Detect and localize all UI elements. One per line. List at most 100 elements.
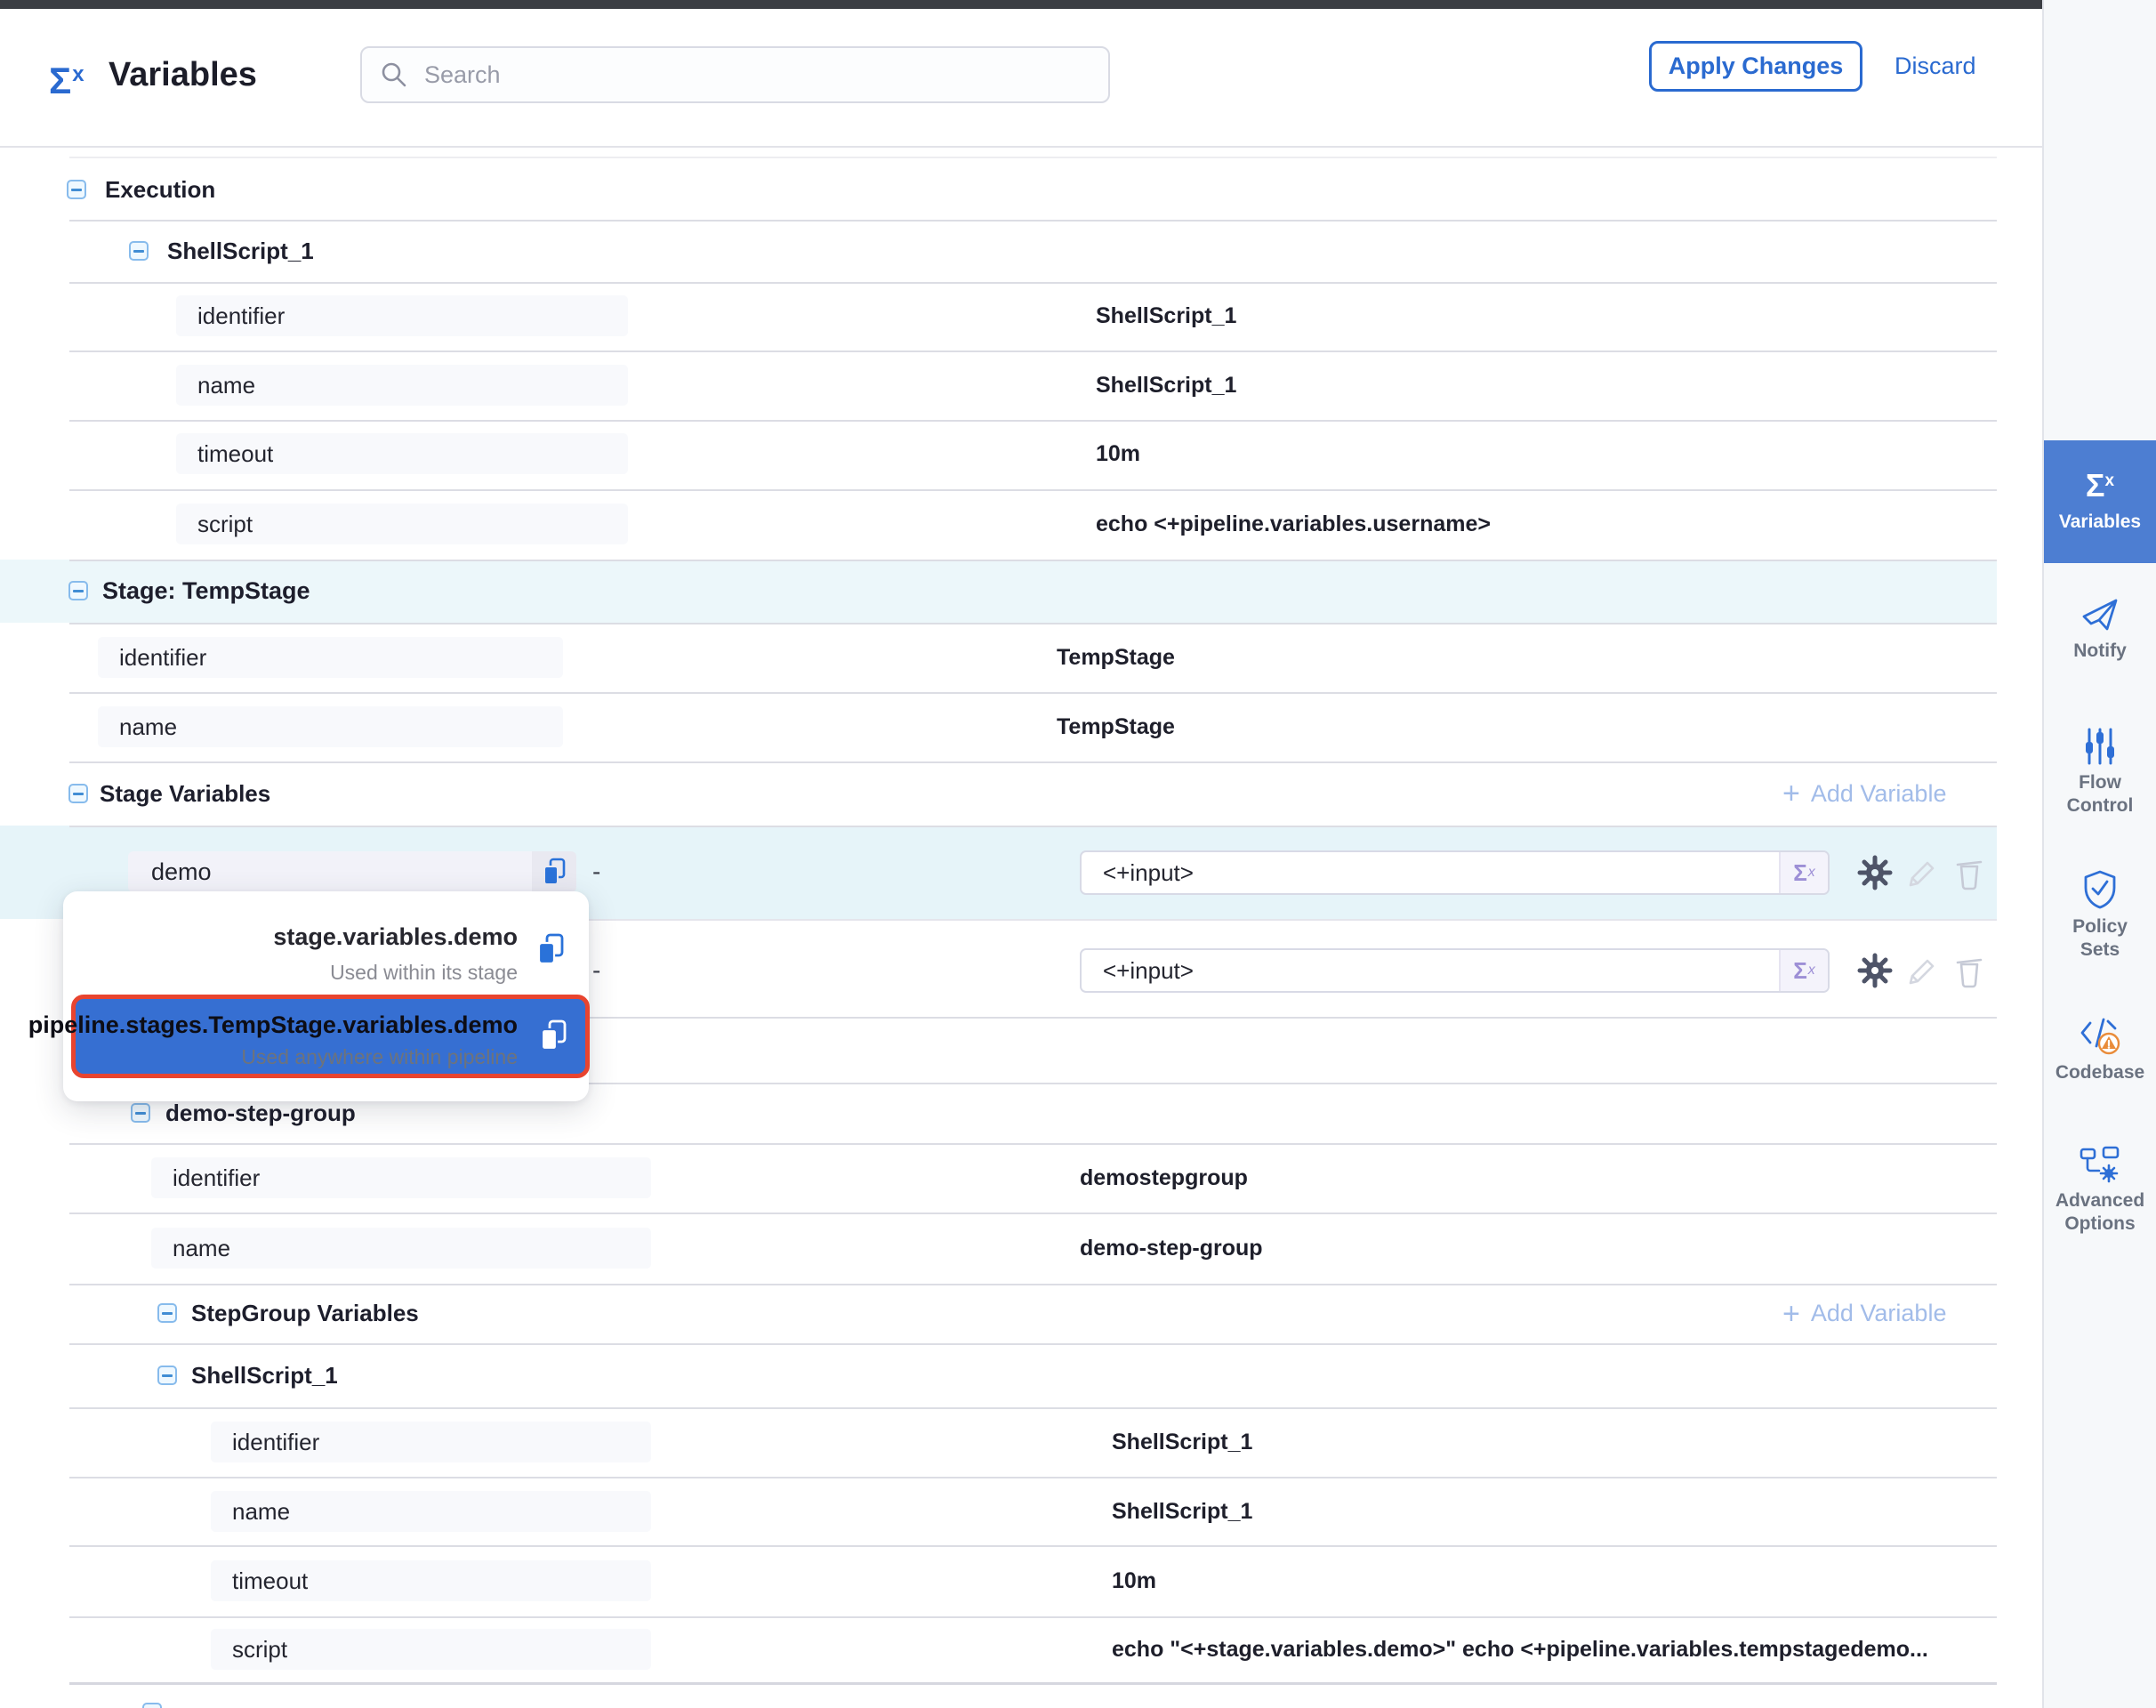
- sidebar-item-label: Notify: [2044, 640, 2156, 663]
- field-value: ShellScript_1: [1112, 1422, 1252, 1462]
- field-value: demostepgroup: [1080, 1157, 1248, 1198]
- field-label: name: [173, 1235, 230, 1262]
- tree-node-execution[interactable]: Execution: [105, 158, 215, 221]
- row-divider: [69, 826, 1997, 827]
- field-label-pill: identifier: [176, 295, 628, 336]
- row-divider: [69, 282, 1997, 284]
- add-variable-button[interactable]: +Add Variable: [1782, 761, 1946, 826]
- collapse-icon[interactable]: [129, 241, 149, 261]
- field-label: name: [119, 713, 177, 741]
- trash-icon: [1952, 855, 1986, 890]
- add-variable-button[interactable]: +Add Variable: [1782, 1284, 1946, 1343]
- variable-delete-button[interactable]: [1950, 853, 1989, 892]
- variable-edit-button[interactable]: [1902, 853, 1941, 892]
- field-label-pill: identifier: [151, 1157, 651, 1198]
- variable-edit-button[interactable]: [1902, 951, 1941, 990]
- collapse-icon[interactable]: [157, 1303, 177, 1323]
- collapse-icon[interactable]: [131, 1103, 150, 1123]
- add-variable-label: Add Variable: [1811, 1300, 1947, 1327]
- paper-plane-icon: [2080, 594, 2120, 635]
- variable-value: <+input>: [1082, 957, 1779, 985]
- page-title: Variables: [109, 49, 257, 101]
- tree-node-stage-variables[interactable]: Stage Variables: [100, 761, 270, 826]
- copy-path-button[interactable]: [538, 1019, 568, 1057]
- copy-variable-button[interactable]: [532, 851, 576, 892]
- collapse-icon[interactable]: [157, 1366, 177, 1385]
- expression-sigma-button[interactable]: Σx: [1779, 852, 1828, 893]
- variables-panel: Σx Variables Apply Changes Discard Execu…: [0, 0, 2156, 1708]
- field-label-pill: identifier: [98, 637, 563, 678]
- sidebar-item-codebase[interactable]: Codebase: [2044, 1012, 2156, 1084]
- field-label: identifier: [119, 644, 206, 672]
- collapse-icon[interactable]: [68, 784, 88, 803]
- field-value: echo <+pipeline.variables.username>: [1096, 504, 1491, 544]
- field-value: TempStage: [1057, 637, 1175, 678]
- sidebar-item-flow-control[interactable]: FlowControl: [2044, 726, 2156, 818]
- variable-value-input[interactable]: <+input> Σx: [1080, 948, 1830, 993]
- code-warning-icon: [2078, 1012, 2122, 1057]
- field-value: 10m: [1096, 433, 1140, 474]
- sidebar-item-label: FlowControl: [2044, 771, 2156, 818]
- field-label: identifier: [197, 302, 285, 330]
- field-value: demo-step-group: [1080, 1228, 1263, 1269]
- required-dash: -: [592, 950, 600, 991]
- field-label: timeout: [232, 1567, 308, 1595]
- variable-name-pill: demo: [128, 851, 532, 892]
- search-icon: [378, 59, 410, 91]
- field-value: echo "<+stage.variables.demo>" echo <+pi…: [1112, 1629, 1928, 1670]
- row-divider: [69, 1343, 1997, 1345]
- top-dark-strip: [0, 0, 2042, 9]
- field-label: identifier: [173, 1164, 260, 1192]
- field-value: ShellScript_1: [1096, 365, 1236, 406]
- collapse-icon[interactable]: [68, 581, 88, 600]
- search-input[interactable]: [422, 60, 1049, 90]
- sidebar-item-notify[interactable]: Notify: [2044, 594, 2156, 663]
- copy-path-button[interactable]: [535, 932, 566, 971]
- field-value: 10m: [1112, 1560, 1156, 1601]
- field-label-pill: script: [211, 1629, 651, 1670]
- field-label-pill: script: [176, 504, 628, 544]
- expression-sigma-button[interactable]: Σx: [1779, 950, 1828, 991]
- fqn-variable-item-highlighted[interactable]: pipeline.stages.TempStage.variables.demo…: [71, 995, 590, 1078]
- row-divider: [69, 420, 1997, 422]
- search-box[interactable]: [360, 46, 1110, 103]
- field-value: ShellScript_1: [1112, 1491, 1252, 1532]
- plus-icon: +: [1782, 780, 1800, 807]
- tree-node-stepgroup-variables[interactable]: StepGroup Variables: [191, 1284, 419, 1343]
- variable-settings-button[interactable]: [1855, 951, 1895, 990]
- variable-name: demo: [151, 858, 212, 886]
- row-divider: [69, 1213, 1997, 1214]
- fqn-variable-hint: Used anywhere within pipeline: [241, 1045, 518, 1069]
- sidebar-item-variables[interactable]: Σx Variables: [2044, 440, 2156, 563]
- apply-changes-button[interactable]: Apply Changes: [1649, 41, 1862, 92]
- row-divider: [69, 489, 1997, 491]
- trash-icon: [1952, 953, 1986, 988]
- variable-value-input[interactable]: <+input> Σx: [1080, 850, 1830, 895]
- collapse-icon[interactable]: [67, 180, 86, 199]
- variable-settings-button[interactable]: [1855, 853, 1895, 892]
- collapse-icon[interactable]: [142, 1703, 162, 1708]
- scoped-variable-path[interactable]: stage.variables.demo: [273, 923, 518, 951]
- shield-check-icon: [2080, 868, 2120, 911]
- sidebar-item-advanced-options[interactable]: AdvancedOptions: [2044, 1144, 2156, 1236]
- tree-node-stage[interactable]: Stage: TempStage: [102, 560, 310, 623]
- sigma-glyph: Σ: [49, 60, 71, 101]
- sidebar-item-label: PolicySets: [2044, 915, 2156, 962]
- sliders-icon: [2080, 726, 2120, 767]
- field-label-pill: name: [176, 365, 628, 406]
- tree-node-shellscript[interactable]: ShellScript_1: [191, 1343, 338, 1407]
- row-divider: [69, 761, 1997, 763]
- copy-icon: [538, 1019, 568, 1052]
- pencil-icon: [1903, 855, 1939, 890]
- variable-delete-button[interactable]: [1950, 951, 1989, 990]
- header-divider: [0, 146, 2042, 148]
- copy-icon: [541, 857, 567, 887]
- sidebar-item-label: Variables: [2044, 511, 2156, 534]
- discard-button[interactable]: Discard: [1895, 41, 1976, 92]
- pencil-icon: [1903, 953, 1939, 988]
- variable-reference-popup: stage.variables.demo Used within its sta…: [63, 891, 589, 1101]
- row-divider: [69, 1477, 1997, 1478]
- variable-value: <+input>: [1082, 859, 1779, 887]
- sidebar-item-policy-sets[interactable]: PolicySets: [2044, 868, 2156, 962]
- tree-node-shellscript[interactable]: ShellScript_1: [167, 221, 314, 282]
